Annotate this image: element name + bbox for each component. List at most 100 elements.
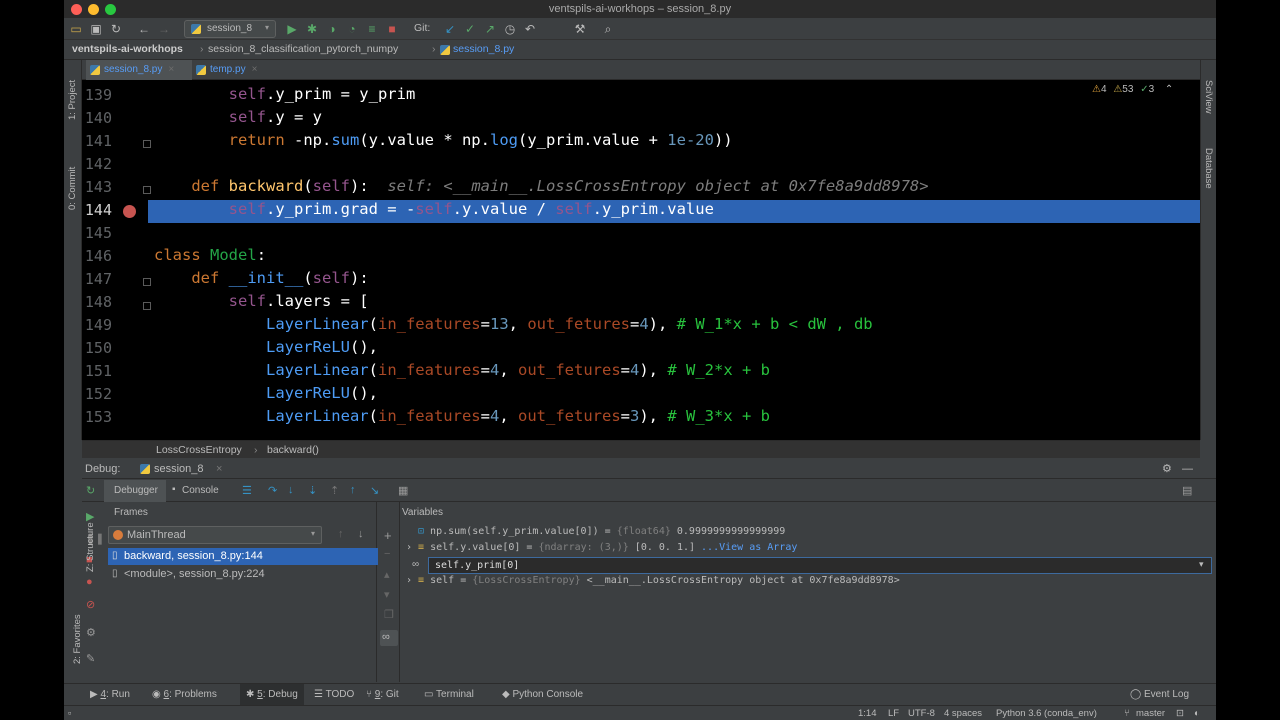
tab-python-console[interactable]: ◆ Python Console: [502, 684, 583, 706]
resume-icon[interactable]: ▶: [86, 510, 94, 523]
panel-toggle-icon[interactable]: ▫: [68, 706, 71, 720]
tab-session-8[interactable]: session_8.py ×: [86, 60, 192, 80]
favorites-tool-tab[interactable]: 2: Favorites: [67, 614, 89, 664]
run-to-cursor-icon[interactable]: ↘: [370, 484, 379, 497]
commit-tool-tab[interactable]: 0: Commit: [67, 167, 78, 210]
close-icon[interactable]: ×: [216, 459, 222, 479]
minimize-window-button[interactable]: [88, 4, 99, 15]
hide-panel-icon[interactable]: —: [1182, 459, 1193, 479]
tab-problems[interactable]: ◉ 6: Problems: [152, 684, 217, 706]
fold-marker-icon[interactable]: [143, 140, 151, 148]
save-icon[interactable]: ▣: [88, 21, 104, 37]
run-icon[interactable]: ▶: [284, 21, 300, 37]
tab-temp[interactable]: temp.py ×: [192, 60, 272, 80]
inspection-widget[interactable]: ⚠4 ⚠53 ✓3 ⌃: [1092, 84, 1173, 95]
view-as-array-link[interactable]: ...View as Array: [695, 542, 797, 553]
zoom-window-button[interactable]: [105, 4, 116, 15]
nav-file[interactable]: session_8.py: [453, 40, 514, 59]
tab-todo[interactable]: ☰ TODO: [314, 684, 354, 706]
git-push-icon[interactable]: ↗: [482, 21, 498, 37]
close-icon[interactable]: ×: [252, 64, 258, 75]
forward-icon[interactable]: →: [156, 21, 172, 37]
frame-down-icon[interactable]: ↓: [358, 528, 364, 540]
nav-project[interactable]: ventspils-ai-workhops: [72, 40, 183, 59]
thread-select[interactable]: MainThread ▾: [108, 526, 322, 544]
close-icon[interactable]: ×: [168, 64, 174, 75]
profile-icon[interactable]: ◔: [344, 21, 360, 37]
evaluate-expression-icon[interactable]: ▦: [398, 484, 408, 497]
file-encoding[interactable]: UTF-8: [908, 706, 935, 720]
watch-input[interactable]: self.y_prim[0] ▾: [428, 557, 1212, 574]
line-gutter[interactable]: 139 140 141 142 143 144 145 146 147 148 …: [82, 80, 151, 440]
breakpoint-icon[interactable]: [123, 205, 136, 218]
mute-breakpoints-icon[interactable]: ⊘: [86, 598, 95, 611]
variable-row[interactable]: ⊡ np.sum(self.y_prim.value[0]) = {float6…: [418, 526, 785, 537]
sync-icon[interactable]: ↻: [108, 21, 124, 37]
frame-item[interactable]: ▯ <module>, session_8.py:224: [108, 566, 378, 583]
step-out-icon[interactable]: ↑: [350, 484, 356, 496]
git-commit-icon[interactable]: ✓: [462, 21, 478, 37]
concurrency-icon[interactable]: ≡: [364, 21, 380, 37]
variable-row[interactable]: › ≡ self = {LossCrossEntropy} <__main__.…: [406, 575, 900, 586]
git-update-icon[interactable]: ↙: [442, 21, 458, 37]
run-config-select[interactable]: session_8 ▾: [184, 20, 276, 38]
fold-marker-icon[interactable]: [143, 278, 151, 286]
step-into-my-code-icon[interactable]: ⇣: [308, 484, 317, 497]
move-up-icon[interactable]: ▴: [384, 568, 390, 581]
fold-marker-icon[interactable]: [143, 186, 151, 194]
remove-watch-icon[interactable]: −: [384, 548, 390, 560]
chevron-down-icon[interactable]: ▾: [1199, 559, 1204, 570]
show-execution-point-icon[interactable]: ☰: [242, 484, 252, 497]
force-step-into-icon[interactable]: ⇡: [330, 484, 339, 497]
code-editor[interactable]: 139 140 141 142 143 144 145 146 147 148 …: [82, 80, 1200, 440]
coverage-icon[interactable]: ◑: [324, 21, 340, 37]
chevron-up-icon[interactable]: ⌃: [1165, 84, 1173, 95]
line-separator[interactable]: LF: [888, 706, 899, 720]
indent-setting[interactable]: 4 spaces: [944, 706, 982, 720]
move-down-icon[interactable]: ▾: [384, 588, 390, 601]
expand-icon[interactable]: ›: [406, 575, 418, 586]
project-tool-tab[interactable]: 1: Project: [67, 80, 78, 120]
lock-icon[interactable]: ⊡: [1176, 706, 1184, 720]
frame-item[interactable]: ▯ backward, session_8.py:144: [108, 548, 378, 565]
back-icon[interactable]: ←: [136, 21, 152, 37]
crumb-method[interactable]: backward(): [267, 441, 319, 459]
debug-session-tab[interactable]: session_8: [154, 459, 204, 479]
rerun-icon[interactable]: ↻: [86, 484, 95, 497]
interpreter[interactable]: Python 3.6 (conda_env): [996, 706, 1097, 720]
fold-marker-icon[interactable]: [143, 302, 151, 310]
step-over-icon[interactable]: ↷: [268, 484, 277, 497]
open-folder-icon[interactable]: ▭: [68, 21, 84, 37]
tab-terminal[interactable]: ▭ Terminal: [424, 684, 474, 706]
git-history-icon[interactable]: ◷: [502, 21, 518, 37]
debug-icon[interactable]: ✱: [304, 21, 320, 37]
caret-position[interactable]: 1:14: [858, 706, 877, 720]
event-log-button[interactable]: ◯ Event Log: [1130, 684, 1189, 706]
tab-debugger[interactable]: Debugger: [104, 480, 166, 502]
expand-icon[interactable]: ›: [406, 542, 418, 553]
memory-icon[interactable]: ◐: [1194, 706, 1200, 720]
crumb-class[interactable]: LossCrossEntropy: [156, 441, 242, 459]
variable-row[interactable]: › ≡ self.y.value[0] = {ndarray: (3,)} [0…: [406, 542, 797, 553]
step-into-icon[interactable]: ↓: [288, 484, 294, 496]
gear-icon[interactable]: ⚙: [1162, 459, 1172, 479]
git-branch[interactable]: master: [1136, 706, 1165, 720]
tab-console[interactable]: ▪ Console: [172, 480, 234, 502]
tab-debug[interactable]: ✱ 5: Debug: [240, 684, 304, 706]
tab-run[interactable]: ▶ 4: Run: [90, 684, 130, 706]
nav-folder[interactable]: session_8_classification_pytorch_numpy: [208, 40, 398, 59]
git-rollback-icon[interactable]: ↶: [522, 21, 538, 37]
show-watches-toggle[interactable]: ∞: [380, 630, 398, 646]
frame-up-icon[interactable]: ↑: [338, 528, 344, 540]
copy-icon[interactable]: ❐: [384, 608, 394, 621]
layout-icon[interactable]: ▤: [1182, 484, 1192, 497]
stop-icon[interactable]: ■: [384, 21, 400, 37]
view-breakpoints-icon[interactable]: ●: [86, 576, 93, 588]
search-icon[interactable]: ⌕: [600, 21, 616, 37]
wrench-icon[interactable]: ⚒: [572, 21, 588, 37]
structure-tool-tab[interactable]: Z: Structure: [85, 522, 96, 572]
close-window-button[interactable]: [71, 4, 82, 15]
tab-git[interactable]: ⑂ 9: Git: [366, 684, 399, 706]
database-tool-tab[interactable]: Database: [1203, 148, 1214, 189]
add-watch-icon[interactable]: +: [384, 528, 392, 543]
